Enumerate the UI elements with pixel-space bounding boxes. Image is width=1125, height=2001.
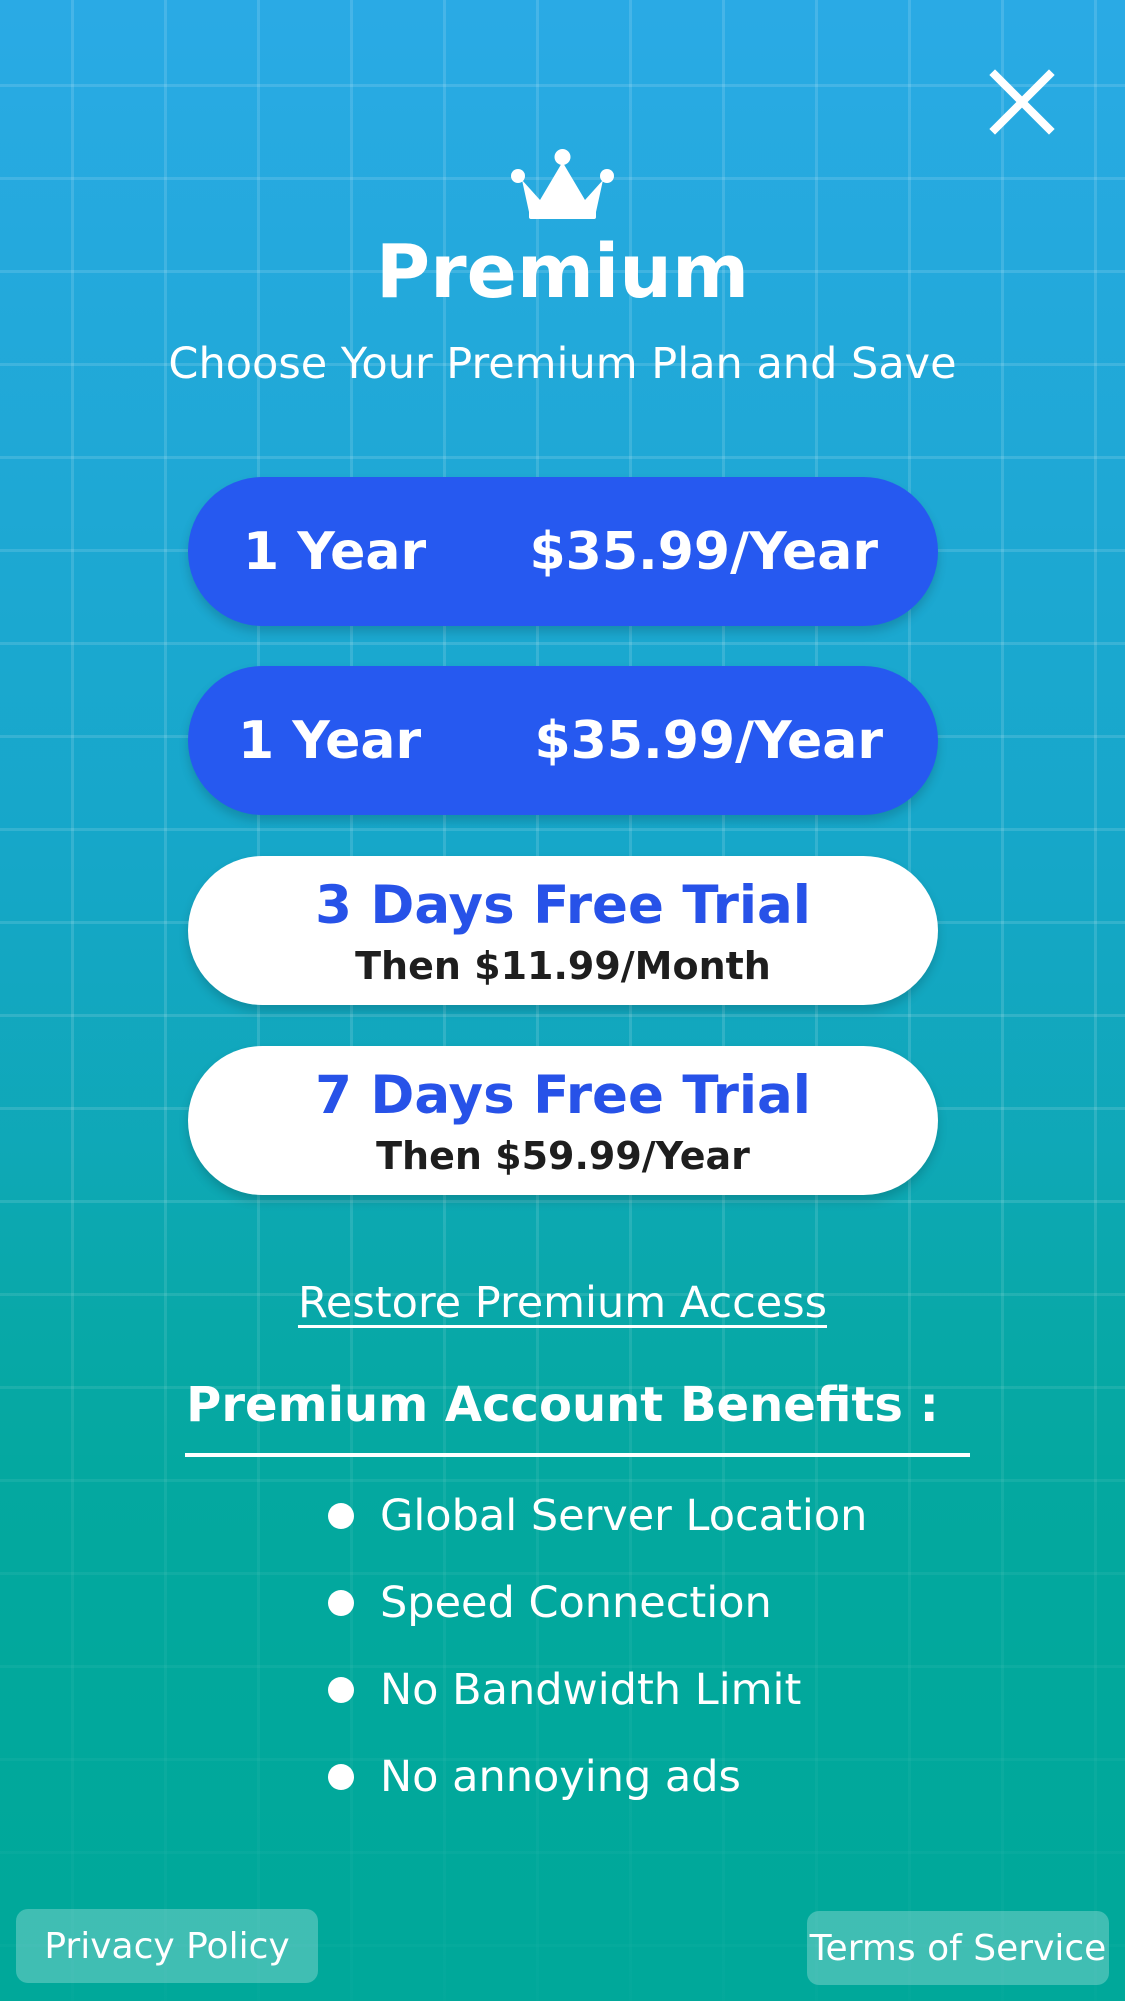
trial-title: 7 Days Free Trial xyxy=(315,1065,811,1126)
plan-button-7-day-trial[interactable]: 7 Days Free Trial Then $59.99/Year xyxy=(188,1046,938,1195)
benefit-item: No annoying ads xyxy=(328,1747,741,1807)
plan-price: $35.99/Year xyxy=(529,521,878,582)
benefit-item: Speed Connection xyxy=(328,1573,772,1633)
trial-title: 3 Days Free Trial xyxy=(315,875,811,936)
plan-price: $35.99/Year xyxy=(534,710,883,771)
restore-container: Restore Premium Access xyxy=(0,1278,1125,1328)
close-icon xyxy=(989,69,1055,135)
bullet-icon xyxy=(328,1590,354,1616)
plan-label: 1 Year xyxy=(243,521,427,582)
benefit-item: Global Server Location xyxy=(328,1486,867,1546)
benefit-label: Speed Connection xyxy=(380,1578,772,1628)
trial-subtitle: Then $59.99/Year xyxy=(376,1134,750,1178)
privacy-policy-button[interactable]: Privacy Policy xyxy=(16,1909,318,1983)
crown-icon xyxy=(511,149,614,219)
bullet-icon xyxy=(328,1677,354,1703)
trial-subtitle: Then $11.99/Month xyxy=(355,944,771,988)
restore-premium-link[interactable]: Restore Premium Access xyxy=(298,1278,827,1328)
plan-label: 1 Year xyxy=(238,710,422,771)
benefits-divider xyxy=(185,1453,970,1457)
benefit-label: No annoying ads xyxy=(380,1752,741,1802)
plan-button-1-year-a[interactable]: 1 Year $35.99/Year xyxy=(188,477,938,626)
plan-button-1-year-b[interactable]: 1 Year $35.99/Year xyxy=(188,666,938,815)
close-button[interactable] xyxy=(986,66,1058,138)
terms-of-service-button[interactable]: Terms of Service xyxy=(807,1911,1109,1985)
plan-button-3-day-trial[interactable]: 3 Days Free Trial Then $11.99/Month xyxy=(188,856,938,1005)
benefit-label: No Bandwidth Limit xyxy=(380,1665,802,1715)
bullet-icon xyxy=(328,1764,354,1790)
premium-screen: Premium Choose Your Premium Plan and Sav… xyxy=(0,0,1125,2001)
benefits-title: Premium Account Benefits : xyxy=(186,1377,939,1433)
page-title: Premium xyxy=(375,229,750,315)
benefit-label: Global Server Location xyxy=(380,1491,868,1541)
page-subtitle: Choose Your Premium Plan and Save xyxy=(168,339,957,389)
benefit-item: No Bandwidth Limit xyxy=(328,1660,801,1720)
bullet-icon xyxy=(328,1503,354,1529)
